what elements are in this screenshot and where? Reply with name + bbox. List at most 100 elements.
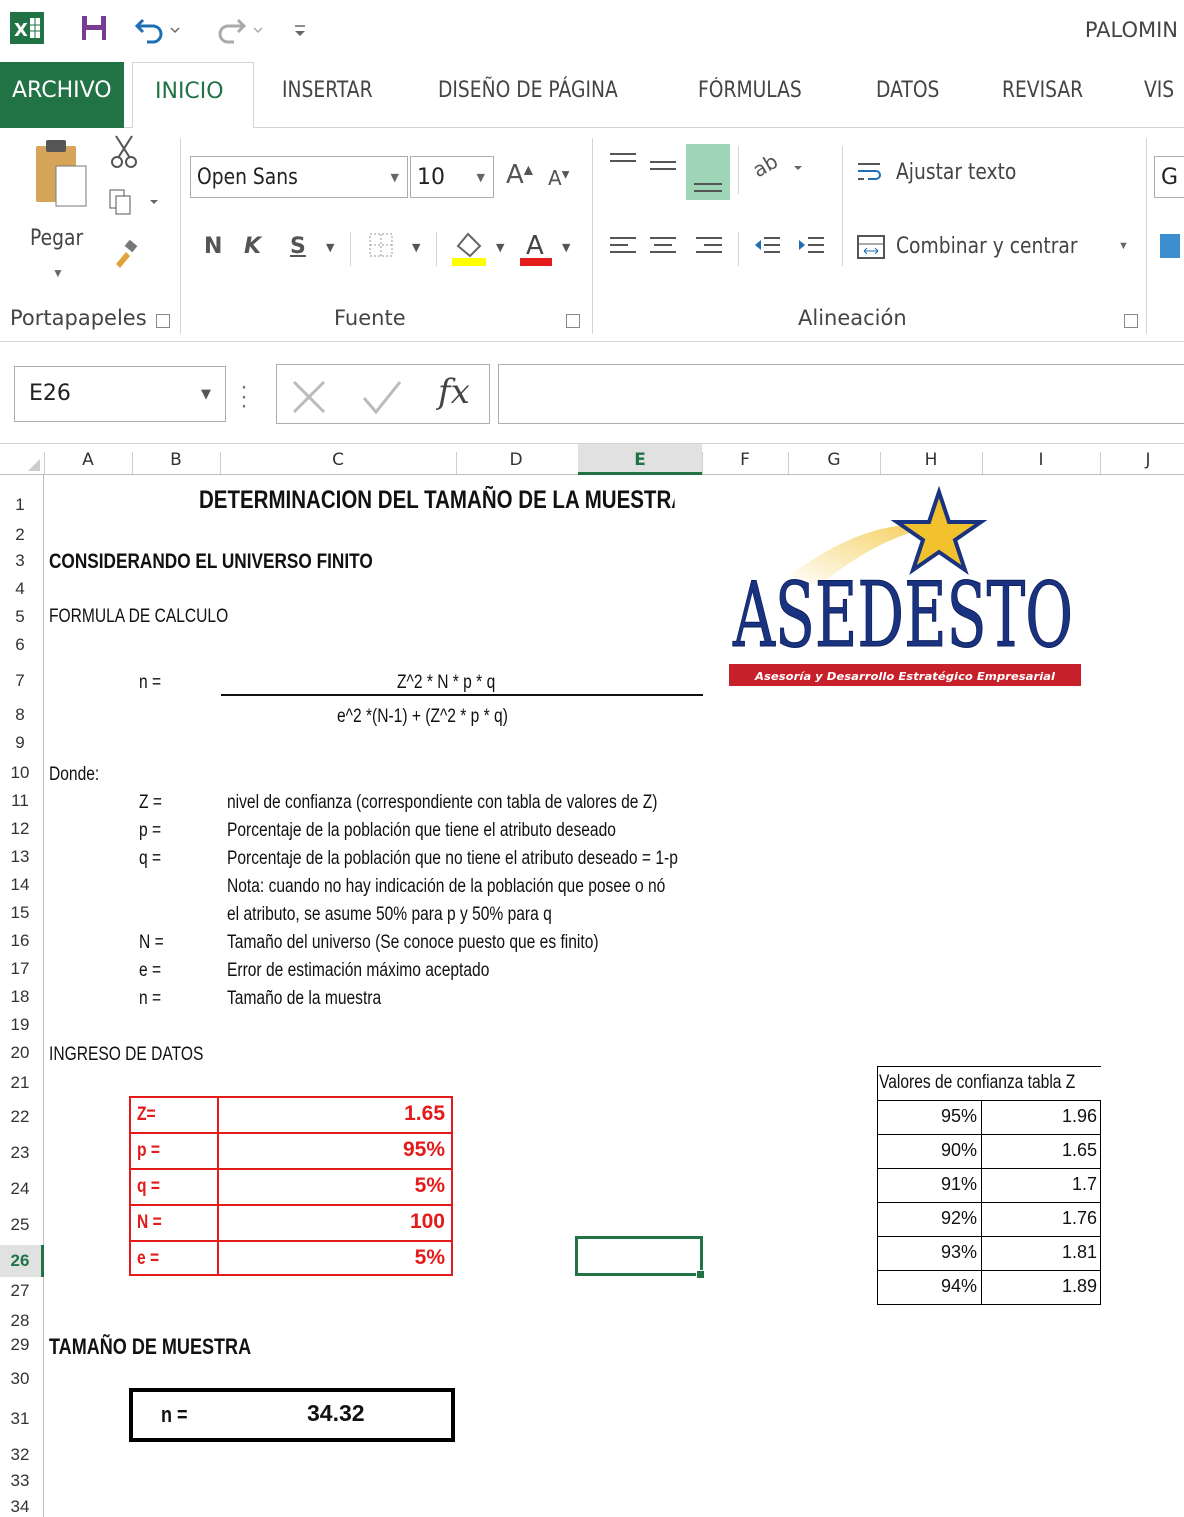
name-box[interactable]: E26 ▼ <box>14 366 226 422</box>
asedesto-logo[interactable]: ASEDESTO Asesoría y Desarrollo Estratégi… <box>729 485 1089 691</box>
align-left-icon[interactable] <box>608 232 638 262</box>
row-header[interactable]: 13 <box>0 847 40 867</box>
z-table-value[interactable]: 1.89 <box>1062 1276 1097 1297</box>
row-header[interactable]: 27 <box>0 1281 40 1301</box>
row-header[interactable]: 3 <box>0 551 40 571</box>
input-label[interactable]: q = <box>137 1176 160 1198</box>
insert-function-icon[interactable]: fx <box>438 372 470 412</box>
wrap-text-button[interactable]: Ajustar texto <box>856 158 1056 192</box>
def-note[interactable]: el atributo, se asume 50% para p y 50% p… <box>227 904 552 926</box>
donde-label[interactable]: Donde: <box>49 764 99 786</box>
def-description[interactable]: Tamaño de la muestra <box>227 988 381 1010</box>
fill-handle[interactable] <box>696 1270 705 1279</box>
tab-insertar[interactable]: INSERTAR <box>282 78 373 103</box>
formula-input[interactable] <box>498 364 1184 424</box>
input-value[interactable]: 5% <box>415 1246 445 1270</box>
column-header-a[interactable]: A <box>44 450 132 470</box>
row-header[interactable]: 16 <box>0 931 40 951</box>
font-color-icon[interactable]: A <box>520 228 554 268</box>
ingreso-heading[interactable]: INGRESO DE DATOS <box>49 1044 203 1066</box>
underline-dropdown-icon[interactable]: ▼ <box>326 242 334 253</box>
accounting-format-icon[interactable] <box>1160 234 1180 258</box>
z-table-confidence[interactable]: 92% <box>941 1208 977 1229</box>
def-symbol[interactable]: n = <box>139 988 161 1010</box>
row-header[interactable]: 6 <box>0 635 40 655</box>
font-size-dropdown-icon[interactable]: ▼ <box>477 171 485 184</box>
row-header[interactable]: 15 <box>0 903 40 923</box>
row-header[interactable]: 29 <box>0 1335 40 1355</box>
row-header[interactable]: 30 <box>0 1369 40 1389</box>
z-table-value[interactable]: 1.81 <box>1062 1242 1097 1263</box>
z-table-confidence[interactable]: 95% <box>941 1106 977 1127</box>
merge-center-button[interactable]: Combinar y centrar ▼ <box>856 230 1136 264</box>
def-note[interactable]: Nota: cuando no hay indicación de la pob… <box>227 876 665 898</box>
row-header[interactable]: 8 <box>0 705 40 725</box>
name-box-dropdown-icon[interactable]: ▼ <box>201 387 211 402</box>
row-header[interactable]: 20 <box>0 1043 40 1063</box>
orientation-icon[interactable]: ab <box>748 148 808 182</box>
input-value[interactable]: 1.65 <box>404 1102 445 1126</box>
font-size-box[interactable]: 10 ▼ <box>410 156 494 198</box>
row-header[interactable]: 32 <box>0 1445 40 1465</box>
def-symbol[interactable]: p = <box>139 820 161 842</box>
row-header[interactable]: 4 <box>0 579 40 599</box>
result-value[interactable]: 34.32 <box>307 1400 365 1427</box>
underline-button[interactable]: S <box>290 236 306 258</box>
input-value[interactable]: 95% <box>403 1138 445 1162</box>
font-name-dropdown-icon[interactable]: ▼ <box>391 171 399 184</box>
paste-label[interactable]: Pegar <box>30 226 83 251</box>
merge-center-dropdown-icon[interactable]: ▼ <box>1118 240 1129 252</box>
fill-color-icon[interactable] <box>452 228 488 268</box>
borders-dropdown-icon[interactable]: ▼ <box>412 242 420 253</box>
z-table-value[interactable]: 1.96 <box>1062 1106 1097 1127</box>
active-cell-e26[interactable] <box>575 1236 703 1276</box>
cancel-icon[interactable] <box>290 378 330 418</box>
bold-button[interactable]: N <box>204 236 222 258</box>
format-painter-icon[interactable] <box>112 238 142 270</box>
z-table-value[interactable]: 1.76 <box>1062 1208 1097 1229</box>
result-heading[interactable]: TAMAÑO DE MUESTRA <box>49 1334 251 1360</box>
align-right-icon[interactable] <box>694 232 724 262</box>
input-label[interactable]: p = <box>137 1140 160 1162</box>
align-middle-icon[interactable] <box>648 150 678 180</box>
tab-diseno-de-pagina[interactable]: DISEÑO DE PÁGINA <box>438 78 618 103</box>
sheet-title[interactable]: DETERMINACION DEL TAMAÑO DE LA MUESTRA <box>199 486 675 515</box>
row-header[interactable]: 1 <box>0 495 40 515</box>
align-bottom-icon[interactable] <box>686 144 730 200</box>
decrease-font-icon[interactable]: A▼ <box>548 168 569 188</box>
formula-label[interactable]: FORMULA DE CALCULO <box>49 606 228 628</box>
clipboard-launcher-icon[interactable] <box>156 314 170 328</box>
formula-denominator[interactable]: e^2 *(N-1) + (Z^2 * p * q) <box>337 706 508 728</box>
tab-archivo[interactable]: ARCHIVO <box>0 62 124 128</box>
alignment-launcher-icon[interactable] <box>1124 314 1138 328</box>
row-header[interactable]: 9 <box>0 733 40 753</box>
tab-datos[interactable]: DATOS <box>876 78 939 103</box>
column-header-e[interactable]: E <box>578 450 702 470</box>
decrease-indent-icon[interactable] <box>752 232 782 262</box>
row-header[interactable]: 11 <box>0 791 40 811</box>
row-header[interactable]: 7 <box>0 671 40 691</box>
z-table-value[interactable]: 1.7 <box>1072 1174 1097 1195</box>
align-center-icon[interactable] <box>648 232 678 262</box>
formula-bar-grip-icon[interactable]: · · · <box>240 375 248 418</box>
z-table-value[interactable]: 1.65 <box>1062 1140 1097 1161</box>
n-equals[interactable]: n = <box>139 672 161 694</box>
row-header[interactable]: 33 <box>0 1471 40 1491</box>
cut-icon[interactable] <box>110 134 138 170</box>
row-header[interactable]: 18 <box>0 987 40 1007</box>
row-header[interactable]: 17 <box>0 959 40 979</box>
def-description[interactable]: Porcentaje de la población que no tiene … <box>227 848 678 870</box>
input-value[interactable]: 5% <box>415 1174 445 1198</box>
excel-logo-icon[interactable]: X <box>10 12 44 44</box>
row-header[interactable]: 12 <box>0 819 40 839</box>
align-top-icon[interactable] <box>608 150 638 174</box>
tab-inicio[interactable]: INICIO <box>132 62 254 129</box>
column-header-f[interactable]: F <box>702 450 788 470</box>
row-header[interactable]: 21 <box>0 1073 40 1093</box>
tab-formulas[interactable]: FÓRMULAS <box>698 78 802 103</box>
undo-icon[interactable] <box>134 12 185 44</box>
def-description[interactable]: Error de estimación máximo aceptado <box>227 960 489 982</box>
row-header[interactable]: 22 <box>0 1107 40 1127</box>
input-label[interactable]: e = <box>137 1248 159 1270</box>
row-header[interactable]: 19 <box>0 1015 40 1035</box>
